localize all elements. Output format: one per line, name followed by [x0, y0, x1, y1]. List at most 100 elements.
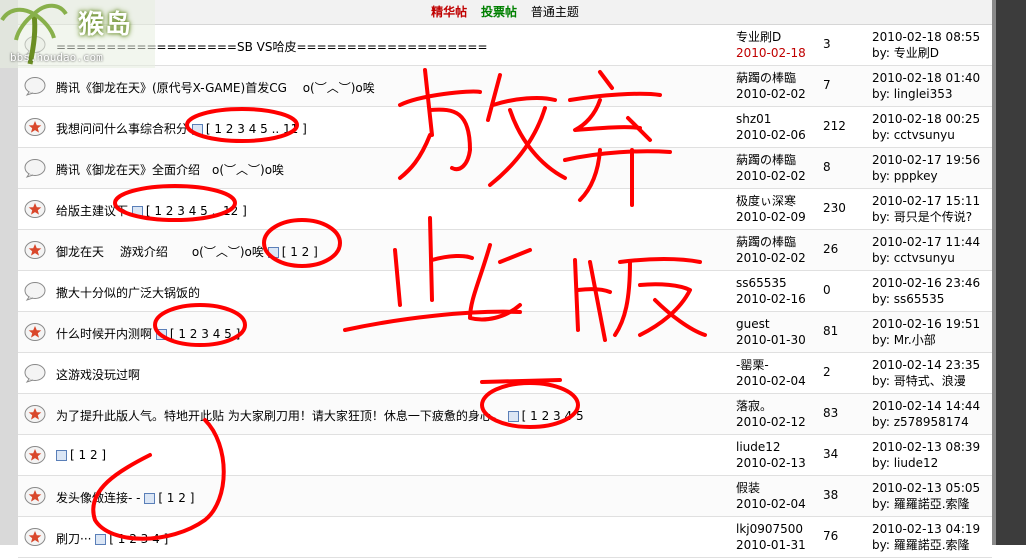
- page-links[interactable]: [ 1 2 ]: [282, 245, 318, 259]
- post-date: 2010-02-04: [736, 497, 806, 511]
- author-name[interactable]: ss65535: [736, 276, 787, 290]
- last-post-user[interactable]: by: 羅羅諾亞.索隆: [872, 496, 980, 512]
- reply-count: 230: [823, 201, 846, 215]
- page-links[interactable]: [ 1 2 3 4 5 .. 12 ]: [146, 204, 247, 218]
- last-post-time[interactable]: 2010-02-17 11:44: [872, 234, 980, 250]
- page-links[interactable]: [ 1 2 3 4 5: [522, 409, 584, 423]
- multipage-icon: [155, 329, 167, 340]
- hot-thread-icon: [24, 404, 46, 424]
- multipage-icon: [191, 124, 203, 135]
- thread-row[interactable]: 撒大十分似的广泛大锅饭的 ss65535 2010-02-16 0 2010-02-1…: [18, 271, 992, 312]
- thread-title-link[interactable]: 撒大十分似的广泛大锅饭的: [56, 286, 200, 300]
- vertical-scrollbar[interactable]: [992, 0, 1026, 545]
- author-name[interactable]: 蒳躅の棒臨: [736, 71, 796, 85]
- logo-brand: 猴岛: [78, 10, 133, 40]
- last-post-user[interactable]: by: ss65535: [872, 291, 980, 307]
- thread-title-cell: 这游戏没玩过啊: [56, 366, 140, 383]
- thread-row[interactable]: 为了提升此版人气。特地开此贴 为大家刷刀用！请大家狂顶！休息一下疲惫的身心。 […: [18, 394, 992, 435]
- tab-digest[interactable]: 精华帖: [431, 5, 467, 19]
- last-post-user[interactable]: by: pppkey: [872, 168, 980, 184]
- tab-normal[interactable]: 普通主题: [531, 5, 579, 19]
- thread-row[interactable]: 刷刀··· [ 1 2 3 4 ] lkj0907500 2010-01-31 76 2…: [18, 517, 992, 558]
- last-post-time[interactable]: 2010-02-14 23:35: [872, 357, 980, 373]
- last-post-time[interactable]: 2010-02-18 00:25: [872, 111, 980, 127]
- thread-row[interactable]: 给版主建议下 [ 1 2 3 4 5 .. 12 ] 极度ぃ深寒 2010-02-0…: [18, 189, 992, 230]
- author-cell: 专业刷D 2010-02-18: [736, 29, 806, 61]
- thread-title-cell: [ 1 2 ]: [56, 448, 106, 462]
- author-name[interactable]: lkj0907500: [736, 522, 803, 536]
- last-post-time[interactable]: 2010-02-18 08:55: [872, 29, 980, 45]
- last-post-time[interactable]: 2010-02-18 01:40: [872, 70, 980, 86]
- author-cell: 蒳躅の棒臨 2010-02-02: [736, 152, 806, 184]
- author-name[interactable]: 专业刷D: [736, 30, 781, 44]
- last-post-cell: 2010-02-16 23:46 by: ss65535: [872, 275, 980, 307]
- last-post-user[interactable]: by: cctvsunyu: [872, 127, 980, 143]
- last-post-time[interactable]: 2010-02-13 08:39: [872, 439, 980, 455]
- author-name[interactable]: liude12: [736, 440, 781, 454]
- last-post-time[interactable]: 2010-02-13 04:19: [872, 521, 980, 537]
- page-links[interactable]: [ 1 2 3 4 5 ]: [170, 327, 240, 341]
- page-links[interactable]: [ 1 2 3 4 5 .. 11 ]: [206, 122, 307, 136]
- reply-count: 8: [823, 160, 831, 174]
- thread-row[interactable]: 腾讯《御龙在天》全面介绍 o(︶︿︶)o唉 蒳躅の棒臨 2010-02-02 8 20…: [18, 148, 992, 189]
- hot-thread-icon: [24, 486, 46, 506]
- last-post-user[interactable]: by: liude12: [872, 455, 980, 471]
- last-post-time[interactable]: 2010-02-17 15:11: [872, 193, 980, 209]
- author-name[interactable]: -罂栗-: [736, 358, 769, 372]
- thread-row[interactable]: 我想问问什么事综合积分 [ 1 2 3 4 5 .. 11 ] shz01 2010…: [18, 107, 992, 148]
- thread-row[interactable]: 什么时候开内测啊 [ 1 2 3 4 5 ] guest 2010-01-30 81 2…: [18, 312, 992, 353]
- multipage-icon: [267, 247, 279, 258]
- last-post-cell: 2010-02-17 15:11 by: 哥只是个传说?: [872, 193, 980, 225]
- hot-thread-icon: [24, 322, 46, 342]
- thread-title-link[interactable]: 什么时候开内测啊: [56, 327, 152, 341]
- last-post-user[interactable]: by: cctvsunyu: [872, 250, 980, 266]
- author-name[interactable]: 蒳躅の棒臨: [736, 153, 796, 167]
- reply-count: 38: [823, 488, 839, 502]
- last-post-cell: 2010-02-14 23:35 by: 哥特式、浪漫: [872, 357, 980, 389]
- page-links[interactable]: [ 1 2 ]: [70, 448, 106, 462]
- last-post-time[interactable]: 2010-02-16 23:46: [872, 275, 980, 291]
- last-post-time[interactable]: 2010-02-14 14:44: [872, 398, 980, 414]
- thread-row[interactable]: ==================SB VS哈皮===============…: [18, 25, 992, 66]
- thread-title-link[interactable]: 我想问问什么事综合积分: [56, 122, 188, 136]
- thread-title-link[interactable]: 刷刀···: [56, 532, 91, 546]
- thread-row[interactable]: 腾讯《御龙在天》(原代号X-GAME)首发CG o(︶︿︶)o唉 蒳躅の棒臨 20…: [18, 66, 992, 107]
- author-name[interactable]: 极度ぃ深寒: [736, 194, 796, 208]
- thread-title-link[interactable]: 腾讯《御龙在天》全面介绍 o(︶︿︶)o唉: [56, 163, 284, 177]
- author-name[interactable]: 假装: [736, 481, 760, 495]
- thread-row[interactable]: 发头像做连接- - [ 1 2 ] 假装 2010-02-04 38 2010-02-1…: [18, 476, 992, 517]
- tab-poll[interactable]: 投票帖: [481, 5, 517, 19]
- last-post-cell: 2010-02-14 14:44 by: z578958174: [872, 398, 980, 430]
- thread-title-link[interactable]: 这游戏没玩过啊: [56, 368, 140, 382]
- thread-title-link[interactable]: 给版主建议下: [56, 204, 128, 218]
- last-post-user[interactable]: by: 哥特式、浪漫: [872, 373, 980, 389]
- reply-count: 0: [823, 283, 831, 297]
- thread-title-link[interactable]: 发头像做连接- -: [56, 491, 140, 505]
- author-name[interactable]: shz01: [736, 112, 771, 126]
- thread-row[interactable]: [ 1 2 ] liude12 2010-02-13 34 2010-02-13 08:…: [18, 435, 992, 476]
- author-name[interactable]: guest: [736, 317, 770, 331]
- post-date: 2010-02-02: [736, 251, 806, 265]
- last-post-user[interactable]: by: 羅羅諾亞.索隆: [872, 537, 980, 553]
- thread-title-link[interactable]: 腾讯《御龙在天》(原代号X-GAME)首发CG o(︶︿︶)o唉: [56, 81, 375, 95]
- author-name[interactable]: 落寂。: [736, 399, 772, 413]
- thread-row[interactable]: 御龙在天 游戏介绍 o(︶︿︶)o唉 [ 1 2 ] 蒳躅の棒臨 2010-02-0…: [18, 230, 992, 271]
- thread-title-cell: 我想问问什么事综合积分 [ 1 2 3 4 5 .. 11 ]: [56, 120, 307, 137]
- last-post-time[interactable]: 2010-02-17 19:56: [872, 152, 980, 168]
- last-post-user[interactable]: by: z578958174: [872, 414, 980, 430]
- last-post-user[interactable]: by: 哥只是个传说?: [872, 209, 980, 225]
- page-links[interactable]: [ 1 2 3 4 ]: [109, 532, 168, 546]
- thread-title-link[interactable]: 御龙在天 游戏介绍 o(︶︿︶)o唉: [56, 245, 264, 259]
- last-post-time[interactable]: 2010-02-16 19:51: [872, 316, 980, 332]
- thread-title-link[interactable]: 为了提升此版人气。特地开此贴 为大家刷刀用！请大家狂顶！休息一下疲惫的身心。: [56, 409, 504, 423]
- author-cell: guest 2010-01-30: [736, 316, 806, 348]
- author-name[interactable]: 蒳躅の棒臨: [736, 235, 796, 249]
- page-links[interactable]: [ 1 2 ]: [158, 491, 194, 505]
- last-post-time[interactable]: 2010-02-13 05:05: [872, 480, 980, 496]
- thread-filter-tabs: 精华帖 投票帖 普通主题: [18, 0, 992, 25]
- hot-thread-icon: [24, 445, 46, 465]
- last-post-user[interactable]: by: linglei353: [872, 86, 980, 102]
- last-post-user[interactable]: by: Mr.小部: [872, 332, 980, 348]
- thread-row[interactable]: 这游戏没玩过啊 -罂栗- 2010-02-04 2 2010-02-14 23:35 b…: [18, 353, 992, 394]
- last-post-user[interactable]: by: 专业刷D: [872, 45, 980, 61]
